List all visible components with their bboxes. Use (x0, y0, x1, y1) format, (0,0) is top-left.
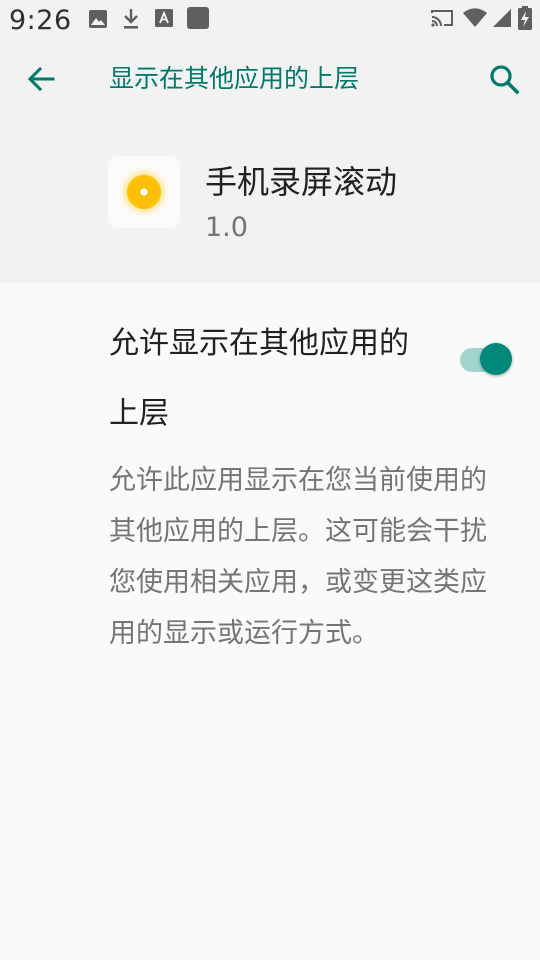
app-bar: 显示在其他应用的上层 (0, 36, 540, 122)
switch-thumb (480, 343, 512, 375)
download-icon (124, 9, 138, 29)
image-icon (89, 10, 107, 28)
app-icon (108, 156, 180, 228)
status-bar: 9:26 (0, 0, 540, 36)
sun-icon (118, 166, 170, 218)
wifi-icon (463, 8, 487, 27)
screen: 9:26 显示在其他应用的上层 手机录屏滚动 1.0 允许显示在其他应用的上层 … (0, 0, 540, 960)
search-icon (490, 65, 520, 95)
signal-icon (493, 9, 511, 27)
font-icon (155, 9, 173, 27)
app-header: 手机录屏滚动 1.0 (0, 122, 540, 283)
app-name: 手机录屏滚动 (205, 163, 398, 201)
back-button[interactable] (20, 57, 64, 101)
app-version: 1.0 (205, 212, 248, 243)
search-button[interactable] (482, 57, 526, 101)
cast-icon (431, 10, 453, 27)
page-title: 显示在其他应用的上层 (109, 64, 360, 93)
permission-description: 允许此应用显示在您当前使用的其他应用的上层。这可能会干扰您使用相关应用，或变更这… (109, 465, 487, 649)
permission-switch[interactable] (456, 343, 516, 377)
arrow-left-icon (27, 66, 55, 92)
permission-label: 允许显示在其他应用的上层 (109, 326, 409, 431)
status-time: 9:26 (9, 5, 72, 36)
permission-toggle-row[interactable]: 允许显示在其他应用的上层 (0, 283, 540, 433)
square-icon (187, 7, 209, 29)
battery-charging-icon (518, 6, 532, 30)
